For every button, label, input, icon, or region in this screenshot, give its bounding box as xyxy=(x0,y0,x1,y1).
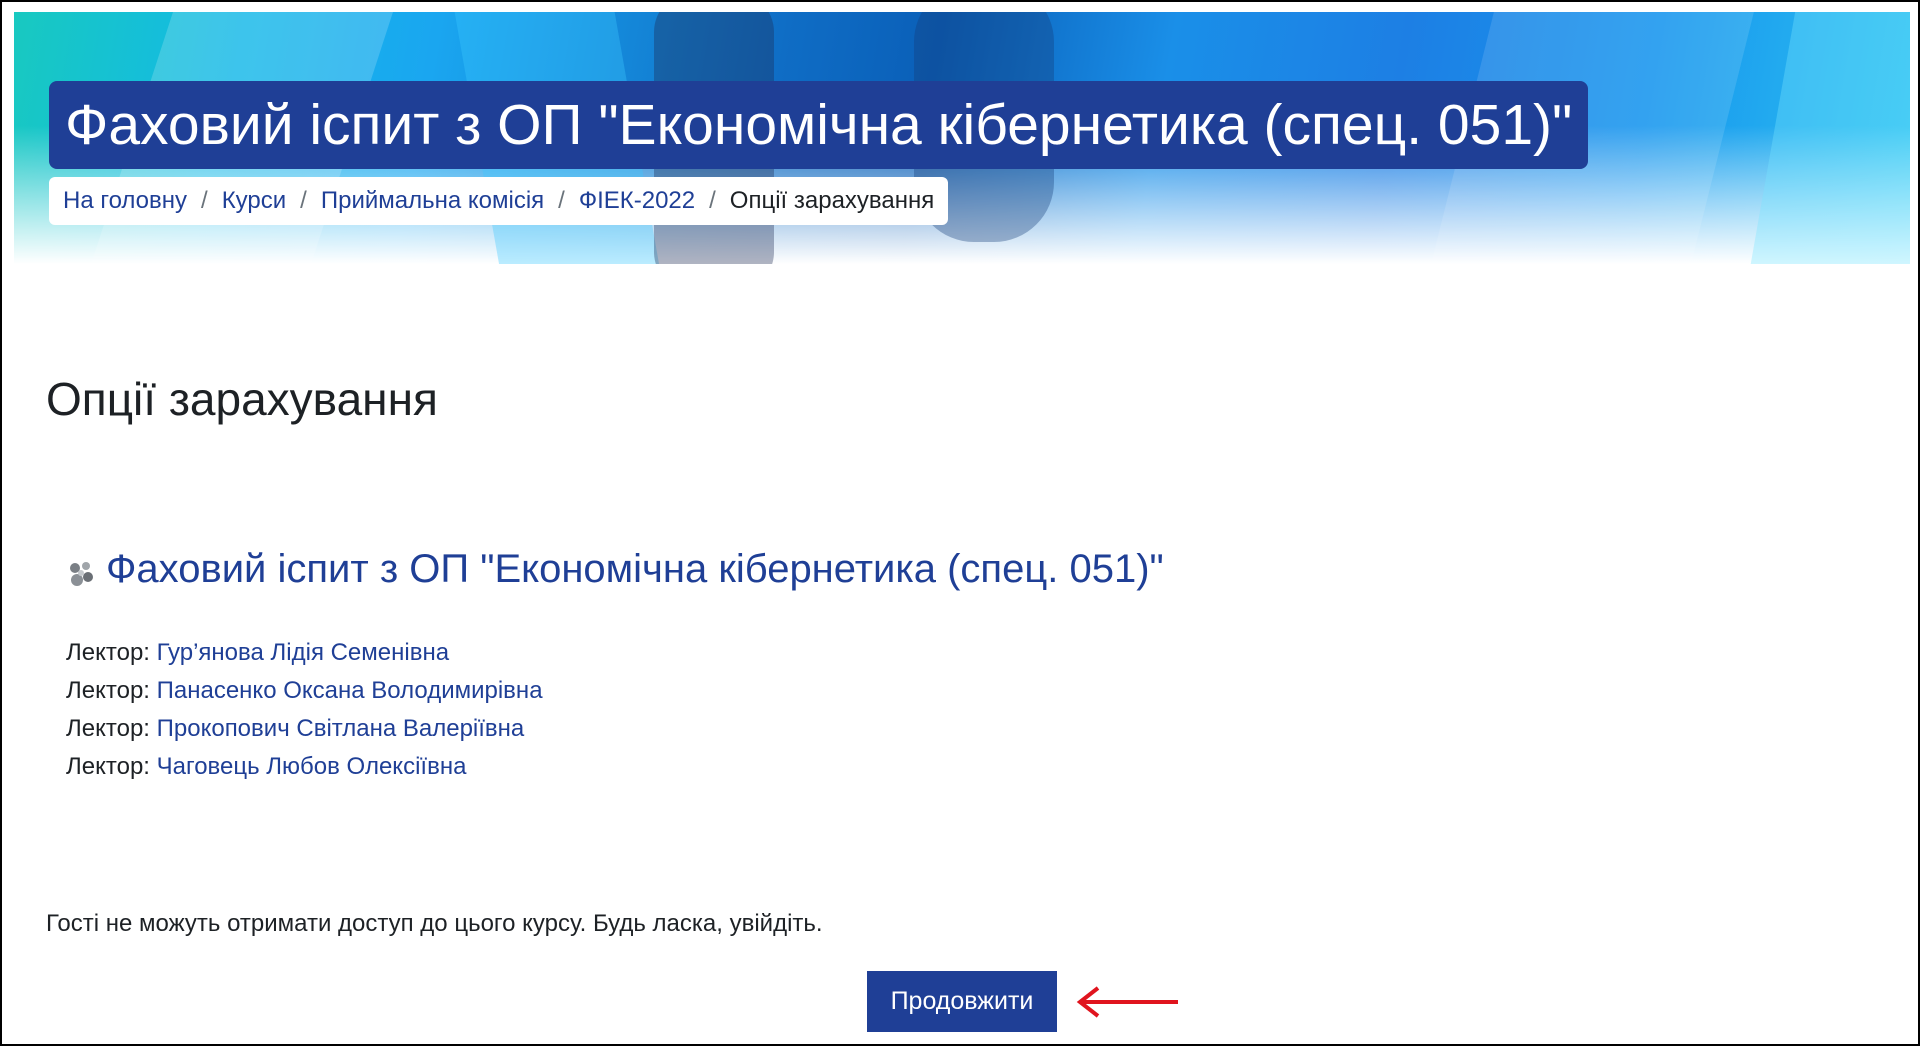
teacher-link[interactable]: Чаговець Любов Олексіївна xyxy=(157,753,467,780)
guest-access-message: Гості не можуть отримати доступ до цього… xyxy=(46,910,823,937)
teacher-role: Лектор: xyxy=(66,677,150,704)
teacher-link[interactable]: Панасенко Оксана Володимирівна xyxy=(157,677,543,704)
breadcrumb-current: Опції зарахування xyxy=(729,187,935,214)
teacher-link[interactable]: Прокопович Світлана Валеріївна xyxy=(157,715,525,742)
course-info-box: Фаховий іспит з ОП "Економічна кібернети… xyxy=(66,547,1164,786)
breadcrumb-home[interactable]: На головну xyxy=(63,187,187,215)
breadcrumb-courses[interactable]: Курси xyxy=(222,187,286,215)
teacher-role: Лектор: xyxy=(66,715,150,742)
breadcrumb-separator: / xyxy=(558,187,565,214)
breadcrumb: На головну / Курси / Приймальна комісія … xyxy=(49,177,949,225)
breadcrumb-separator: / xyxy=(300,187,307,214)
course-title: Фаховий іспит з ОП "Економічна кібернети… xyxy=(49,81,1589,169)
breadcrumb-category[interactable]: ФІЕК-2022 xyxy=(579,187,695,215)
breadcrumb-separator: / xyxy=(709,187,716,214)
page-frame: Фаховий іспит з ОП "Економічна кібернети… xyxy=(0,0,1920,1046)
teacher-role: Лектор: xyxy=(66,639,150,666)
teacher-link[interactable]: Гур’янова Лідія Семенівна xyxy=(157,639,449,666)
continue-button[interactable]: Продовжити xyxy=(867,971,1057,1032)
teacher-row: Лектор: Прокопович Світлана Валеріївна xyxy=(66,710,1164,748)
course-icon xyxy=(66,555,96,586)
breadcrumb-separator: / xyxy=(201,187,208,214)
page-title: Опції зарахування xyxy=(46,373,438,425)
annotation-arrow-icon xyxy=(1076,986,1178,1018)
teacher-role: Лектор: xyxy=(66,753,150,780)
teacher-list: Лектор: Гур’янова Лідія Семенівна Лектор… xyxy=(66,634,1164,786)
teacher-row: Лектор: Гур’янова Лідія Семенівна xyxy=(66,634,1164,672)
course-link[interactable]: Фаховий іспит з ОП "Економічна кібернети… xyxy=(106,547,1164,592)
teacher-row: Лектор: Чаговець Любов Олексіївна xyxy=(66,748,1164,786)
teacher-row: Лектор: Панасенко Оксана Володимирівна xyxy=(66,672,1164,710)
breadcrumb-admissions[interactable]: Приймальна комісія xyxy=(321,187,544,215)
